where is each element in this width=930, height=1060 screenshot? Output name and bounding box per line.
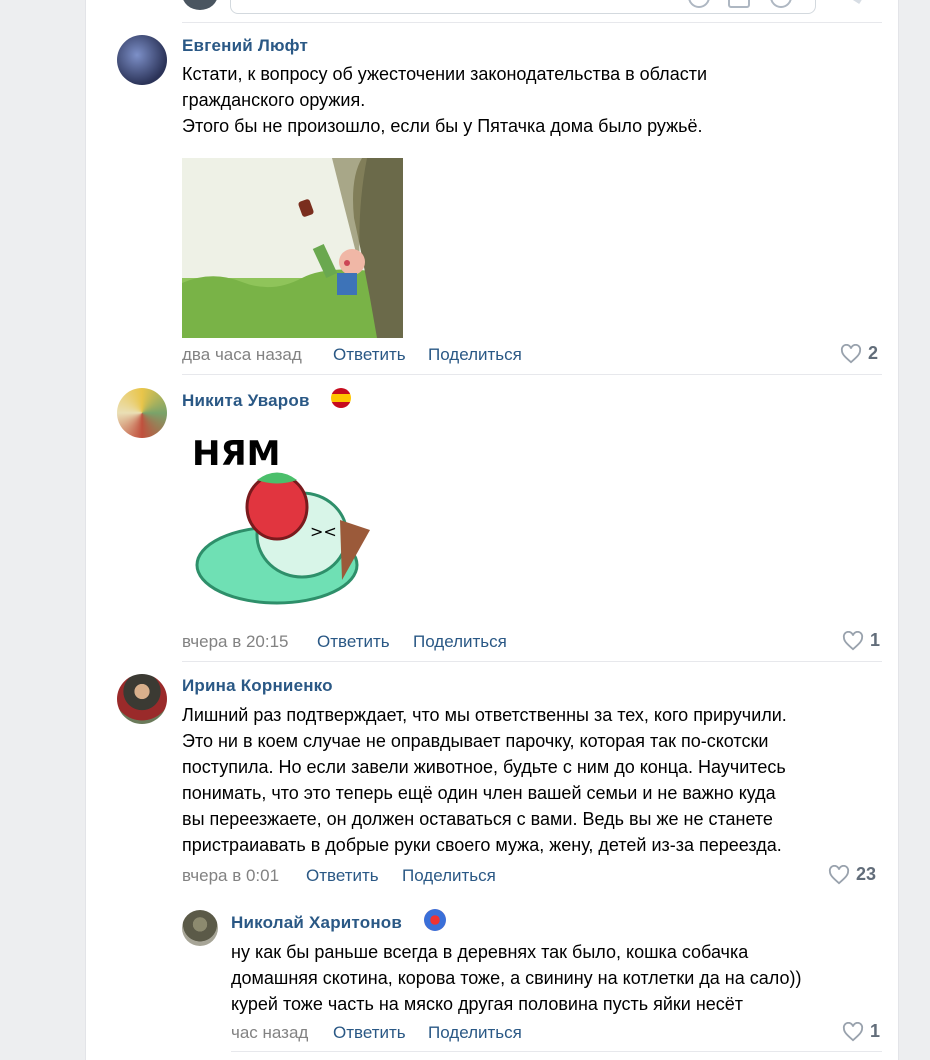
reply-button[interactable]: Ответить — [306, 866, 379, 886]
share-button[interactable]: Поделиться — [428, 1023, 522, 1043]
reply-button[interactable]: Ответить — [333, 345, 406, 365]
like-button[interactable]: 23 — [828, 864, 876, 885]
comment-time[interactable]: вчера в 0:01 — [182, 866, 279, 886]
comment-image[interactable] — [182, 158, 403, 338]
svg-text:><: >< — [310, 522, 337, 541]
photo-icon[interactable] — [728, 0, 750, 8]
reply-button[interactable]: Ответить — [317, 632, 390, 652]
heart-icon — [828, 864, 850, 884]
avatar[interactable] — [182, 910, 218, 946]
share-button[interactable]: Поделиться — [413, 632, 507, 652]
sticker-text: НЯМ — [192, 434, 280, 474]
like-count: 2 — [868, 343, 879, 363]
comment-time[interactable]: час назад — [231, 1023, 308, 1043]
flag-spain-icon — [331, 388, 351, 408]
reply-button[interactable]: Ответить — [333, 1023, 406, 1043]
divider — [182, 661, 882, 662]
heart-icon — [840, 343, 862, 363]
captain-badge-icon — [424, 909, 446, 931]
avatar[interactable] — [117, 674, 167, 724]
like-button[interactable]: 2 — [840, 343, 878, 364]
divider — [231, 1051, 882, 1052]
avatar[interactable] — [117, 388, 167, 438]
like-count: 1 — [870, 630, 881, 650]
comment-author[interactable]: Николай Харитонов — [231, 913, 402, 933]
comment-author[interactable]: Никита Уваров — [182, 391, 310, 411]
share-button[interactable]: Поделиться — [402, 866, 496, 886]
comment-text: Лишний раз подтверждает, что мы ответств… — [182, 705, 787, 855]
avatar[interactable] — [117, 35, 167, 85]
heart-icon — [842, 630, 864, 650]
sticker[interactable]: НЯМ >< — [182, 425, 382, 615]
comment-time[interactable]: вчера в 20:15 — [182, 632, 289, 652]
heart-icon — [842, 1021, 864, 1041]
share-button[interactable]: Поделиться — [428, 345, 522, 365]
like-count: 23 — [856, 864, 877, 884]
comment-text: ну как бы раньше всегда в деревнях так б… — [231, 942, 802, 1014]
like-button[interactable]: 1 — [842, 630, 880, 651]
like-count: 1 — [870, 1021, 881, 1041]
comment-text: Кстати, к вопросу об ужесточении законод… — [182, 64, 707, 136]
comment-author[interactable]: Евгений Люфт — [182, 36, 308, 56]
divider — [182, 22, 882, 23]
comment-author[interactable]: Ирина Корниенко — [182, 676, 333, 696]
comment-time[interactable]: два часа назад — [182, 345, 302, 365]
divider — [182, 374, 882, 375]
like-button[interactable]: 1 — [842, 1021, 880, 1042]
